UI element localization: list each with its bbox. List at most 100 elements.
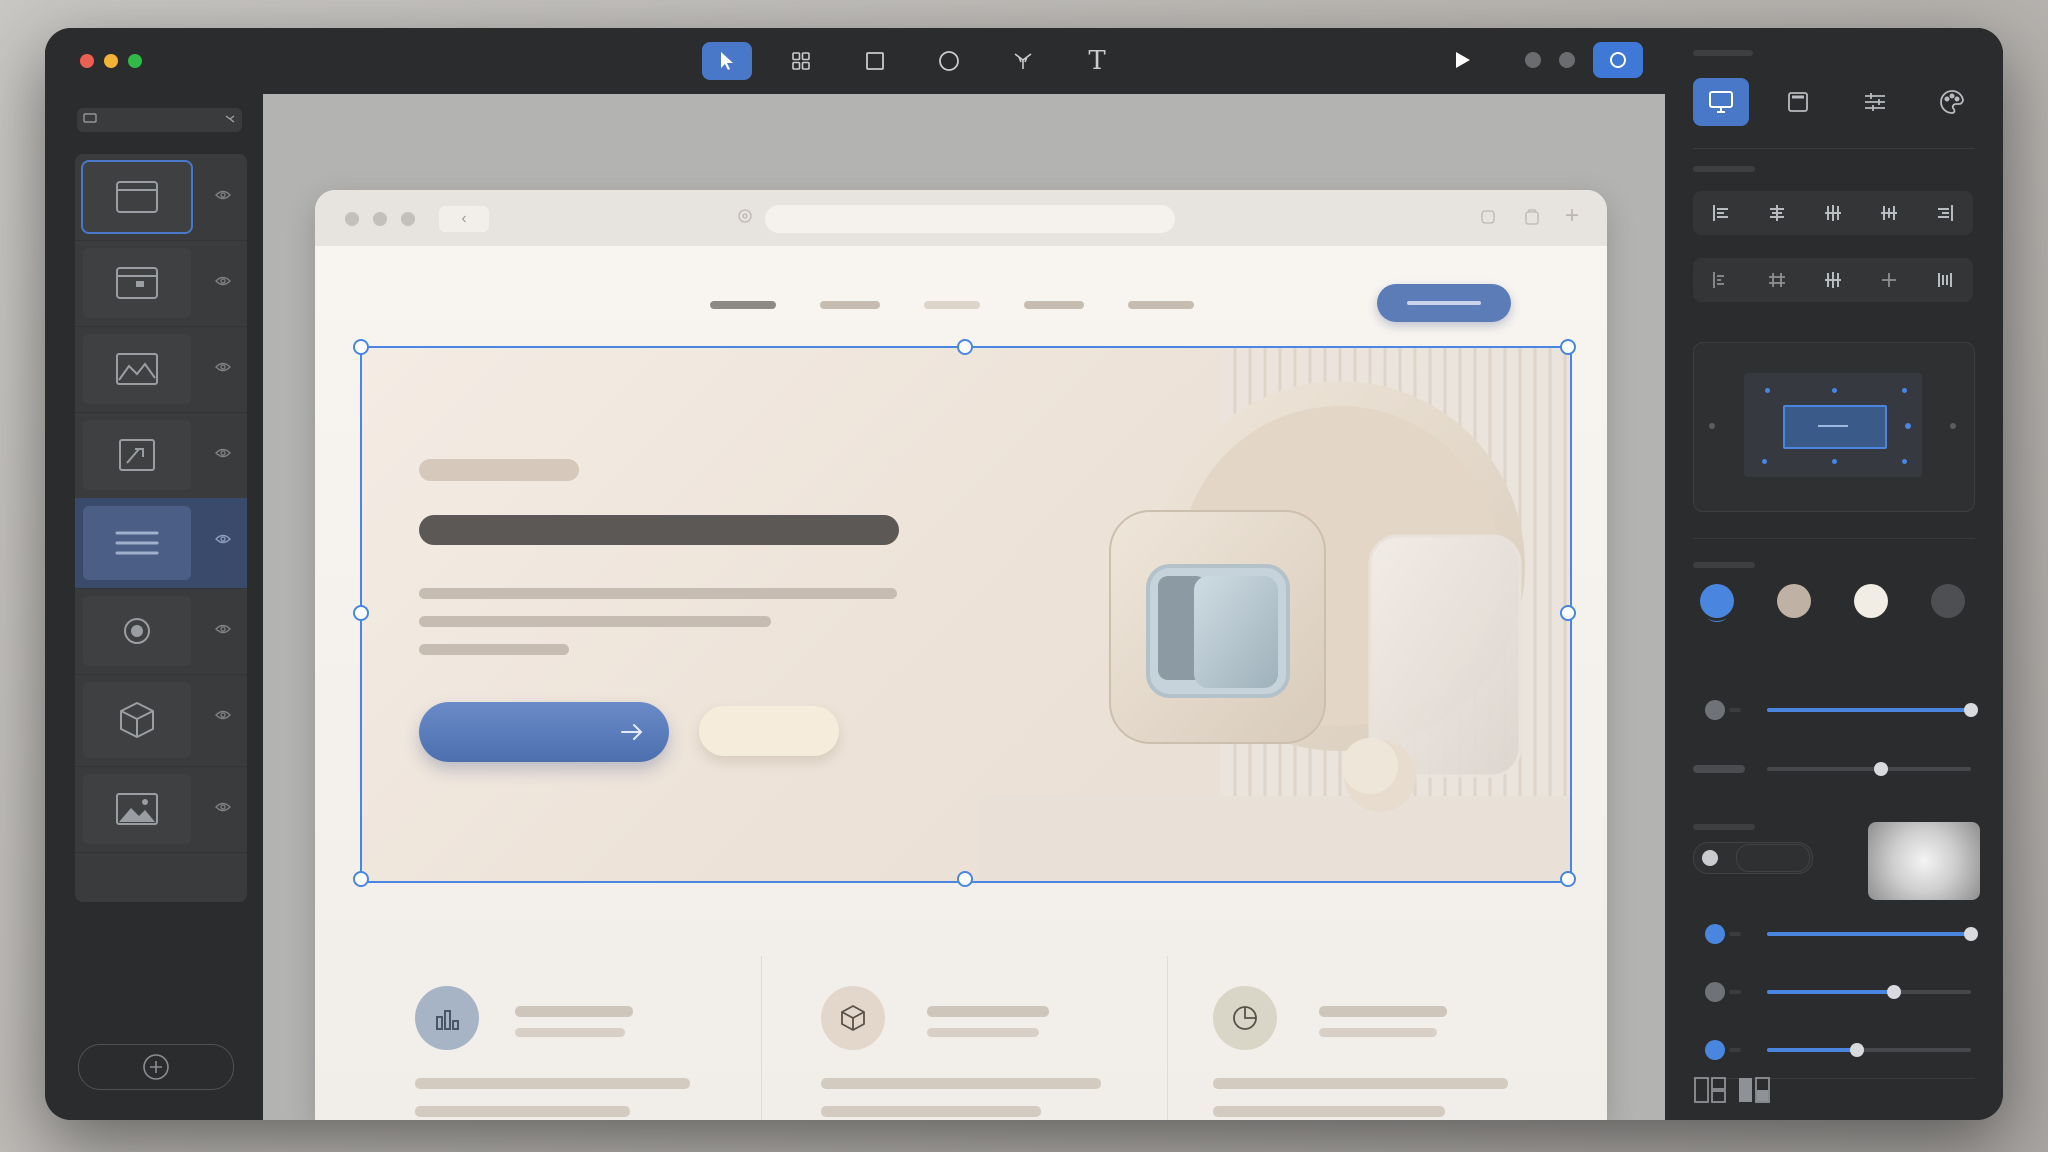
collapse-icon[interactable]	[224, 113, 236, 125]
feature-text-placeholder	[821, 1078, 1101, 1089]
color-swatch[interactable]	[1854, 584, 1888, 618]
blur-slider[interactable]	[1693, 759, 1975, 779]
align-middle-icon[interactable]	[1878, 202, 1900, 224]
slider-thumb[interactable]	[1964, 927, 1978, 941]
visibility-eye-icon[interactable]	[215, 361, 231, 373]
shadow-toggle[interactable]	[1693, 842, 1813, 874]
visibility-eye-icon[interactable]	[215, 801, 231, 813]
distribute-center-icon[interactable]	[1822, 269, 1844, 291]
align-center-icon[interactable]	[1766, 202, 1788, 224]
slider-toggle-knob[interactable]	[1705, 924, 1725, 944]
hero-secondary-button[interactable]	[699, 706, 839, 756]
slider-toggle-knob[interactable]	[1705, 700, 1725, 720]
align-left-icon[interactable]	[1710, 202, 1732, 224]
tab-device[interactable]	[1693, 78, 1749, 126]
align-right-icon[interactable]	[1934, 202, 1956, 224]
plus-icon[interactable]: +	[1565, 202, 1579, 230]
text-tool-button[interactable]: T	[1072, 42, 1122, 80]
plus-circle-icon	[143, 1054, 169, 1080]
rectangle-tool-button[interactable]	[850, 42, 900, 80]
resize-handle-bottom-left[interactable]	[353, 871, 369, 887]
select-tool-button[interactable]	[702, 42, 752, 80]
record-button[interactable]	[1593, 42, 1643, 78]
slider-toggle-knob[interactable]	[1705, 982, 1725, 1002]
hero-section[interactable]	[360, 346, 1570, 881]
slider-toggle-knob[interactable]	[1705, 1040, 1725, 1060]
browser-window-icon	[116, 181, 158, 213]
toggle-track	[1736, 844, 1810, 872]
layers-list	[75, 154, 247, 902]
slider-thumb[interactable]	[1887, 985, 1901, 999]
nav-cta-button[interactable]	[1377, 284, 1511, 322]
share-icon[interactable]	[1523, 208, 1541, 226]
color-swatch[interactable]	[1931, 584, 1965, 618]
frame-tool-button[interactable]	[776, 42, 826, 80]
slider-thumb[interactable]	[1850, 1043, 1864, 1057]
box-model-editor[interactable]	[1693, 342, 1975, 512]
visibility-eye-icon[interactable]	[215, 447, 231, 459]
layer-item-browser[interactable]	[75, 154, 247, 241]
resize-handle-right[interactable]	[1560, 605, 1576, 621]
hero-title-placeholder	[419, 515, 899, 545]
distribute-vertical-icon[interactable]	[1934, 269, 1956, 291]
element-box[interactable]	[1783, 405, 1887, 449]
resize-handle-bottom-right[interactable]	[1560, 871, 1576, 887]
tab-style[interactable]	[1924, 78, 1980, 126]
distribute-horizontal-icon[interactable]	[1766, 269, 1788, 291]
plus-icon[interactable]	[1878, 269, 1900, 291]
add-layer-button[interactable]	[78, 1044, 234, 1090]
layer-item-frame[interactable]	[75, 412, 247, 499]
resize-handle-top-left[interactable]	[353, 339, 369, 355]
layout-toggle-group	[1693, 1076, 1771, 1104]
visibility-eye-icon[interactable]	[215, 275, 231, 287]
size-slider[interactable]	[1693, 924, 1978, 944]
opacity-slider[interactable]	[1693, 700, 1978, 720]
zoom-window-button[interactable]	[128, 54, 142, 68]
ellipse-tool-button[interactable]	[924, 42, 974, 80]
visibility-eye-icon[interactable]	[215, 623, 231, 635]
browser-dot	[373, 212, 387, 226]
url-bar[interactable]	[765, 205, 1175, 233]
layers-header[interactable]	[77, 108, 242, 132]
layer-item-window[interactable]	[75, 240, 247, 327]
layer-item-radio[interactable]	[75, 588, 247, 675]
tab-adjustments[interactable]	[1847, 78, 1903, 126]
feature-icon-circle	[1213, 986, 1277, 1050]
visibility-eye-icon[interactable]	[215, 189, 231, 201]
color-swatch[interactable]	[1777, 584, 1811, 618]
minimize-window-button[interactable]	[104, 54, 118, 68]
radius-slider[interactable]	[1693, 1040, 1975, 1060]
align-top-icon[interactable]	[1710, 269, 1732, 291]
layer-item-text[interactable]	[75, 498, 247, 589]
spread-slider[interactable]	[1693, 982, 1975, 1002]
design-canvas[interactable]: ‹ +	[263, 94, 1665, 1120]
feature-text-placeholder	[821, 1106, 1041, 1117]
layer-item-cube[interactable]	[75, 674, 247, 767]
layer-item-image[interactable]	[75, 326, 247, 413]
tab-page[interactable]	[1770, 78, 1826, 126]
slider-indicator	[1729, 990, 1741, 994]
color-swatch[interactable]	[1700, 584, 1734, 618]
nav-link-placeholder	[1128, 301, 1194, 309]
slider-thumb[interactable]	[1874, 762, 1888, 776]
title-controls	[1451, 42, 1643, 78]
hero-primary-button[interactable]	[419, 702, 669, 762]
align-distribute-icon[interactable]	[1822, 202, 1844, 224]
close-window-button[interactable]	[80, 54, 94, 68]
element-box-line	[1818, 425, 1848, 427]
slider-thumb[interactable]	[1964, 703, 1978, 717]
visibility-eye-icon[interactable]	[215, 533, 231, 545]
layer-item-picture[interactable]	[75, 766, 247, 853]
split-layout-icon[interactable]	[1693, 1076, 1727, 1104]
pen-tool-button[interactable]	[998, 42, 1048, 80]
resize-handle-top[interactable]	[957, 339, 973, 355]
resize-handle-top-right[interactable]	[1560, 339, 1576, 355]
split-layout-alt-icon[interactable]	[1737, 1076, 1771, 1104]
back-icon[interactable]: ‹	[439, 206, 489, 232]
resize-handle-left[interactable]	[353, 605, 369, 621]
copy-icon[interactable]	[1479, 208, 1497, 226]
play-icon[interactable]	[1451, 49, 1473, 71]
resize-handle-bottom[interactable]	[957, 871, 973, 887]
visibility-eye-icon[interactable]	[215, 709, 231, 721]
feature-text-placeholder	[415, 1106, 630, 1117]
